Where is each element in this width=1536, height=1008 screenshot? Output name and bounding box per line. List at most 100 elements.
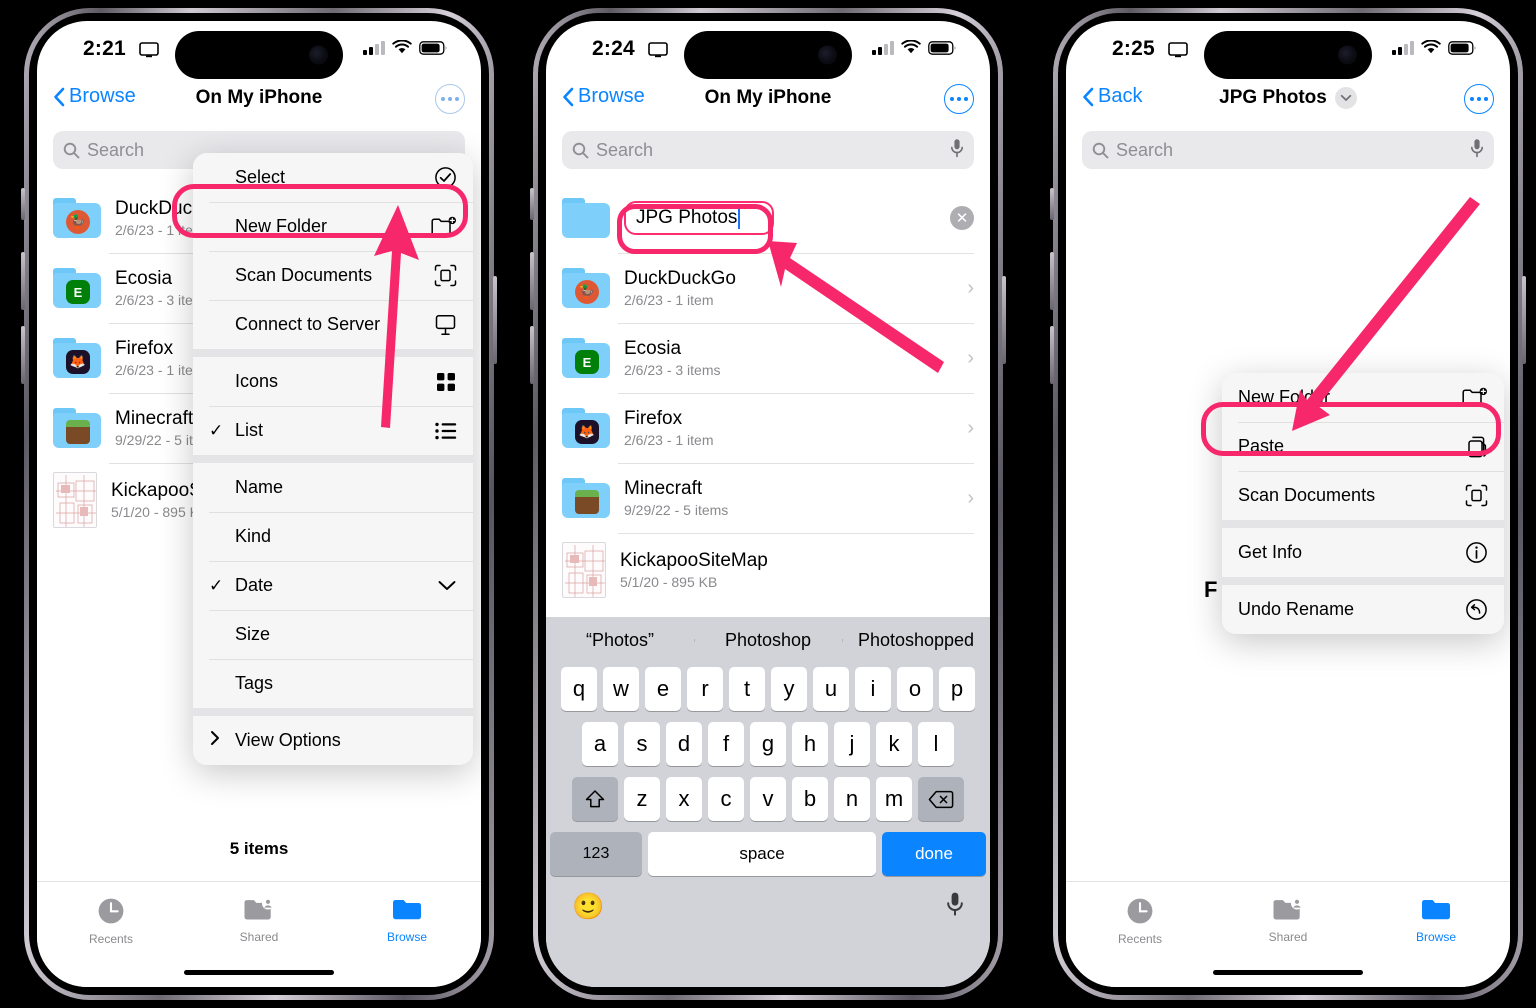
search-input[interactable]: Search — [1082, 131, 1494, 169]
menu-item-view-options[interactable]: View Options — [193, 716, 473, 765]
menu-item-new-folder[interactable]: New Folder — [193, 202, 473, 251]
key-l[interactable]: l — [918, 722, 954, 766]
silent-switch[interactable] — [1050, 188, 1054, 220]
home-indicator[interactable] — [1213, 970, 1363, 975]
tab-recents[interactable]: Recents — [1066, 882, 1214, 987]
menu-item-size[interactable]: Size — [193, 610, 473, 659]
key-y[interactable]: y — [771, 667, 807, 711]
key-v[interactable]: v — [750, 777, 786, 821]
key-e[interactable]: e — [645, 667, 681, 711]
menu-item-label: Size — [235, 624, 271, 644]
clear-text-icon[interactable]: ✕ — [950, 206, 974, 230]
menu-item-list[interactable]: ✓ List — [193, 406, 473, 455]
more-button[interactable] — [1464, 84, 1494, 114]
more-dot — [950, 97, 954, 101]
key-i[interactable]: i — [855, 667, 891, 711]
menu-item-get-info[interactable]: Get Info — [1222, 528, 1504, 577]
menu-item-label: Paste — [1238, 436, 1285, 456]
key-n[interactable]: n — [834, 777, 870, 821]
tab-recents[interactable]: Recents — [37, 882, 185, 987]
menu-item-undo-rename[interactable]: Undo Rename — [1222, 585, 1504, 634]
more-button[interactable] — [944, 84, 974, 114]
key-t[interactable]: t — [729, 667, 765, 711]
key-h[interactable]: h — [792, 722, 828, 766]
prediction-0[interactable]: “Photos” — [546, 630, 694, 651]
menu-item-date[interactable]: ✓ Date — [193, 561, 473, 610]
power-button[interactable] — [1522, 276, 1526, 364]
microphone-icon[interactable] — [1470, 138, 1484, 163]
prediction-1[interactable]: Photoshop — [694, 630, 842, 651]
table-row[interactable]: 🦆 DuckDuckGo 2/6/23 - 1 item › — [546, 253, 990, 323]
chevron-right-icon: › — [967, 486, 974, 509]
key-m[interactable]: m — [876, 777, 912, 821]
key-o[interactable]: o — [897, 667, 933, 711]
silent-switch[interactable] — [530, 188, 534, 220]
file-meta: 2/6/23 - 1 item — [624, 292, 714, 308]
menu-item-tags[interactable]: Tags — [193, 659, 473, 708]
dictation-key-icon[interactable] — [946, 891, 964, 922]
key-w[interactable]: w — [603, 667, 639, 711]
tab-label: Shared — [1268, 930, 1308, 944]
power-button[interactable] — [1002, 276, 1006, 364]
volume-down-button[interactable] — [1050, 326, 1054, 384]
more-button[interactable] — [435, 84, 465, 114]
key-k[interactable]: k — [876, 722, 912, 766]
power-button[interactable] — [493, 276, 497, 364]
space-key[interactable]: space — [648, 832, 876, 876]
prediction-2[interactable]: Photoshopped — [842, 630, 990, 651]
table-row[interactable]: E Ecosia 2/6/23 - 3 items › — [546, 323, 990, 393]
chevron-right-icon: › — [967, 276, 974, 299]
volume-up-button[interactable] — [530, 252, 534, 310]
key-s[interactable]: s — [624, 722, 660, 766]
volume-up-button[interactable] — [21, 252, 25, 310]
backspace-key-icon[interactable] — [918, 777, 964, 821]
chevron-down-icon[interactable] — [1334, 87, 1357, 109]
table-row[interactable]: 🦊 Firefox 2/6/23 - 1 item › — [546, 393, 990, 463]
key-z[interactable]: z — [624, 777, 660, 821]
rename-row[interactable]: JPG Photos ✕ — [546, 183, 990, 253]
shift-key-icon[interactable] — [572, 777, 618, 821]
menu-item-icons[interactable]: Icons — [193, 357, 473, 406]
tab-browse[interactable]: Browse — [333, 882, 481, 987]
menu-item-select[interactable]: Select — [193, 153, 473, 202]
table-row[interactable]: Minecraft 9/29/22 - 5 items › — [546, 463, 990, 533]
front-camera — [818, 45, 837, 65]
menu-separator — [193, 455, 473, 463]
chevron-right-icon: › — [967, 416, 974, 439]
silent-switch[interactable] — [21, 188, 25, 220]
folder-name-input[interactable]: JPG Photos — [624, 201, 774, 235]
volume-up-button[interactable] — [1050, 252, 1054, 310]
tab-browse[interactable]: Browse — [1362, 882, 1510, 987]
menu-item-connect-to-server[interactable]: Connect to Server — [193, 300, 473, 349]
volume-down-button[interactable] — [530, 326, 534, 384]
emoji-key-icon[interactable]: 🙂 — [572, 891, 604, 922]
numbers-key[interactable]: 123 — [550, 832, 642, 876]
menu-item-kind[interactable]: Kind — [193, 512, 473, 561]
menu-item-name[interactable]: Name — [193, 463, 473, 512]
key-p[interactable]: p — [939, 667, 975, 711]
paste-icon — [1466, 435, 1488, 459]
menu-item-new-folder[interactable]: New Folder — [1222, 373, 1504, 422]
key-c[interactable]: c — [708, 777, 744, 821]
key-f[interactable]: f — [708, 722, 744, 766]
microphone-icon[interactable] — [950, 138, 964, 163]
key-g[interactable]: g — [750, 722, 786, 766]
menu-item-scan-documents[interactable]: Scan Documents — [1222, 471, 1504, 520]
key-q[interactable]: q — [561, 667, 597, 711]
wifi-icon — [1421, 40, 1441, 54]
done-key[interactable]: done — [882, 832, 986, 876]
key-j[interactable]: j — [834, 722, 870, 766]
key-x[interactable]: x — [666, 777, 702, 821]
menu-item-scan-documents[interactable]: Scan Documents — [193, 251, 473, 300]
home-indicator[interactable] — [184, 970, 334, 975]
search-input[interactable]: Search — [562, 131, 974, 169]
key-u[interactable]: u — [813, 667, 849, 711]
key-d[interactable]: d — [666, 722, 702, 766]
key-r[interactable]: r — [687, 667, 723, 711]
file-name: Minecraft — [624, 478, 703, 499]
volume-down-button[interactable] — [21, 326, 25, 384]
key-b[interactable]: b — [792, 777, 828, 821]
key-a[interactable]: a — [582, 722, 618, 766]
menu-item-paste[interactable]: Paste — [1222, 422, 1504, 471]
table-row[interactable]: KickapooSiteMap 5/1/20 - 895 KB — [546, 533, 990, 607]
